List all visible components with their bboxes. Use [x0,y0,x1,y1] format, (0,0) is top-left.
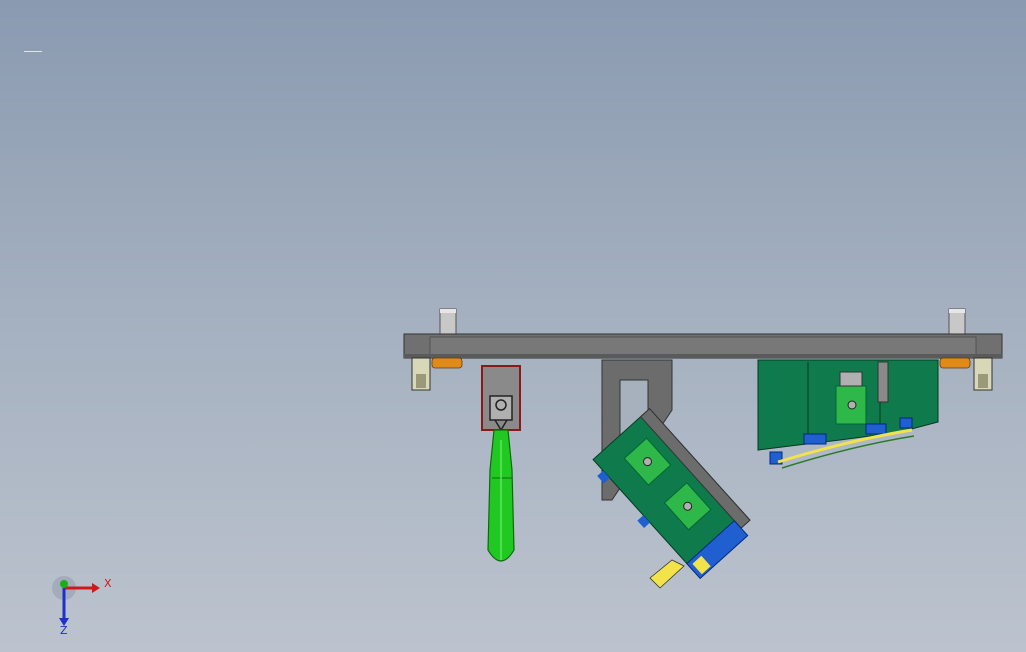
x-axis-head [92,583,100,593]
right-clamp-block [757,359,939,465]
foot-left [411,357,463,391]
coordinate-triad: X Z [52,576,112,636]
base-plate [403,333,1003,359]
x-axis-label: X [104,577,112,590]
fixture-model[interactable] [0,0,1026,652]
z-axis-label: Z [60,624,68,636]
3d-viewport[interactable]: X Z [0,0,1026,652]
toggle-clamp [481,365,521,432]
locating-pin-right [948,308,966,336]
y-axis-dot [60,580,68,588]
foot-right [939,357,993,391]
clamp-handle [487,429,515,562]
locating-pin-left [439,308,457,336]
